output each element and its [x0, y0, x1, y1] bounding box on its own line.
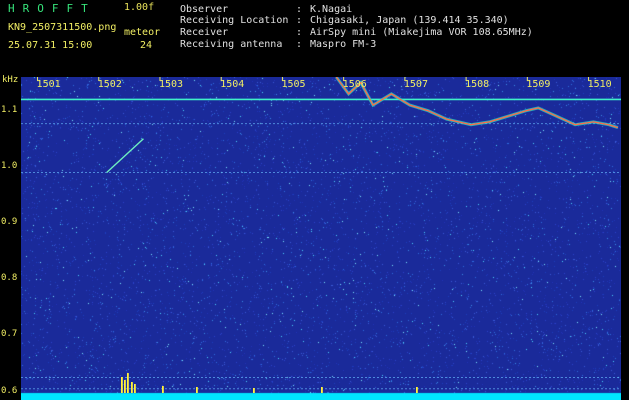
info-sep: : [296, 27, 303, 38]
info-value-observer: K.Nagai [310, 4, 353, 15]
signal-spike [253, 388, 255, 393]
info-label-receiver: Receiver [180, 27, 229, 38]
info-label-location: Receiving Location [180, 15, 289, 26]
y-tick-label: 1.0 [1, 160, 18, 171]
mode-label: meteor [124, 27, 161, 38]
x-tick-label: 1509 [526, 79, 551, 90]
y-tick-label: 0.9 [1, 217, 18, 228]
y-tick-label: 0.8 [1, 273, 18, 284]
x-tick-label: 1506 [342, 79, 367, 90]
y-tick-label: 0.6 [1, 385, 18, 396]
app-brand: HROFFT [8, 2, 96, 15]
x-tick-label: 1505 [281, 79, 306, 90]
right-margin [621, 77, 629, 400]
info-sep: : [296, 15, 303, 26]
observation-time: 25.07.31 15:00 [8, 40, 93, 51]
x-tick-label: 1502 [97, 79, 122, 90]
x-tick-label: 1510 [587, 79, 612, 90]
signal-spike [131, 382, 133, 393]
mode-value: 24 [140, 40, 153, 51]
signal-spike [162, 386, 164, 393]
app-version: 1.00f [124, 2, 155, 13]
info-label-observer: Observer [180, 4, 229, 15]
x-tick-label: 1508 [465, 79, 490, 90]
header-panel: HROFFT 1.00f KN9_2507311500.png 25.07.31… [0, 0, 629, 74]
spectrogram-overlay [21, 77, 621, 393]
info-sep: : [296, 39, 303, 50]
signal-spike [127, 373, 129, 393]
info-label-antenna: Receiving antenna [180, 39, 283, 50]
spectrogram-plot[interactable]: 1501 1502 1503 1504 1505 1506 1507 1508 1509 1510 [21, 77, 621, 400]
file-name: KN9_2507311500.png [8, 22, 117, 33]
info-sep: : [296, 4, 303, 15]
signal-spike [134, 384, 136, 393]
x-tick-label: 1504 [220, 79, 245, 90]
info-value-antenna: Maspro FM-3 [310, 39, 377, 50]
signal-spike [124, 380, 126, 393]
y-tick-label: 1.1 [1, 104, 18, 115]
info-value-location: Chigasaki, Japan (139.414 35.340) [310, 15, 509, 26]
meteor-trace [106, 138, 144, 174]
x-tick-label: 1501 [36, 79, 61, 90]
signal-spike [196, 387, 198, 393]
y-tick-label: 0.7 [1, 329, 18, 340]
signal-spike [416, 387, 418, 393]
y-axis-unit: kHz [2, 75, 19, 85]
info-value-receiver: AirSpy mini (Miakejima VOR 108.65MHz) [310, 27, 533, 38]
signal-spike [321, 387, 323, 393]
x-tick-label: 1507 [403, 79, 428, 90]
x-tick-label: 1503 [159, 79, 184, 90]
signal-spike [121, 377, 123, 393]
